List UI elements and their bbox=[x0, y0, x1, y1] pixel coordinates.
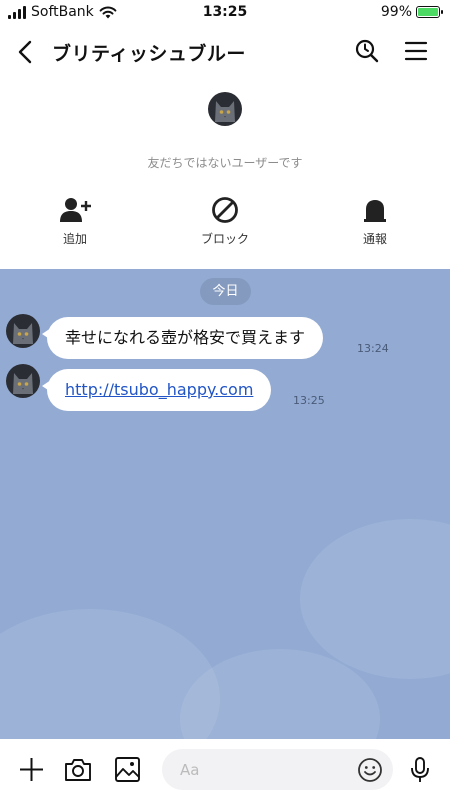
chat-area[interactable]: 今日 幸せになれる壺が格安で買えます 13:24 http://tsubo_ha… bbox=[0, 269, 450, 739]
emoji-icon[interactable] bbox=[357, 757, 383, 783]
battery-info: 99% bbox=[380, 4, 443, 20]
message-time: 13:25 bbox=[293, 394, 325, 407]
report-button[interactable]: 通報 bbox=[330, 196, 420, 247]
add-friend-label: 追加 bbox=[62, 232, 87, 246]
add-friend-icon bbox=[60, 198, 91, 222]
menu-icon[interactable] bbox=[404, 39, 428, 63]
message-text: 幸せになれる壺が格安で買えます bbox=[65, 328, 306, 347]
avatar[interactable] bbox=[6, 364, 40, 398]
input-bar bbox=[0, 739, 450, 800]
block-icon bbox=[212, 197, 238, 223]
add-friend-button[interactable]: 追加 bbox=[30, 196, 120, 247]
search-icon[interactable] bbox=[354, 38, 380, 64]
profile-panel: 友だちではないユーザーです 追加 ブロック 通報 bbox=[0, 74, 450, 269]
plus-icon[interactable] bbox=[18, 756, 45, 783]
microphone-icon[interactable] bbox=[409, 756, 431, 784]
date-separator: 今日 bbox=[200, 278, 251, 305]
message-field[interactable] bbox=[162, 749, 393, 790]
battery-level bbox=[418, 8, 438, 16]
cat-avatar-icon bbox=[6, 314, 40, 348]
camera-icon[interactable] bbox=[64, 756, 92, 783]
message-link[interactable]: http://tsubo_happy.com bbox=[65, 380, 253, 399]
chat-title: ブリティッシュブルー bbox=[52, 43, 246, 65]
avatar[interactable] bbox=[208, 92, 242, 126]
back-icon[interactable] bbox=[14, 38, 38, 66]
not-friend-notice: 友だちではないユーザーです bbox=[147, 156, 303, 170]
cat-avatar-icon bbox=[6, 364, 40, 398]
avatar[interactable] bbox=[6, 314, 40, 348]
message-input[interactable] bbox=[180, 749, 340, 790]
message-bubble[interactable]: http://tsubo_happy.com bbox=[41, 369, 272, 411]
message-bubble[interactable]: 幸せになれる壺が格安で買えます bbox=[41, 317, 324, 359]
battery-icon bbox=[416, 6, 443, 18]
message-time: 13:24 bbox=[357, 342, 389, 355]
battery-percent: 99% bbox=[380, 4, 412, 20]
cat-avatar-icon bbox=[208, 92, 242, 126]
report-icon bbox=[364, 200, 386, 222]
block-label: ブロック bbox=[200, 232, 249, 246]
report-label: 通報 bbox=[362, 232, 387, 246]
block-button[interactable]: ブロック bbox=[180, 196, 270, 247]
chat-header: ブリティッシュブルー bbox=[0, 30, 450, 74]
status-bar: SoftBank 13:25 99% bbox=[0, 0, 450, 26]
image-icon[interactable] bbox=[114, 756, 141, 783]
